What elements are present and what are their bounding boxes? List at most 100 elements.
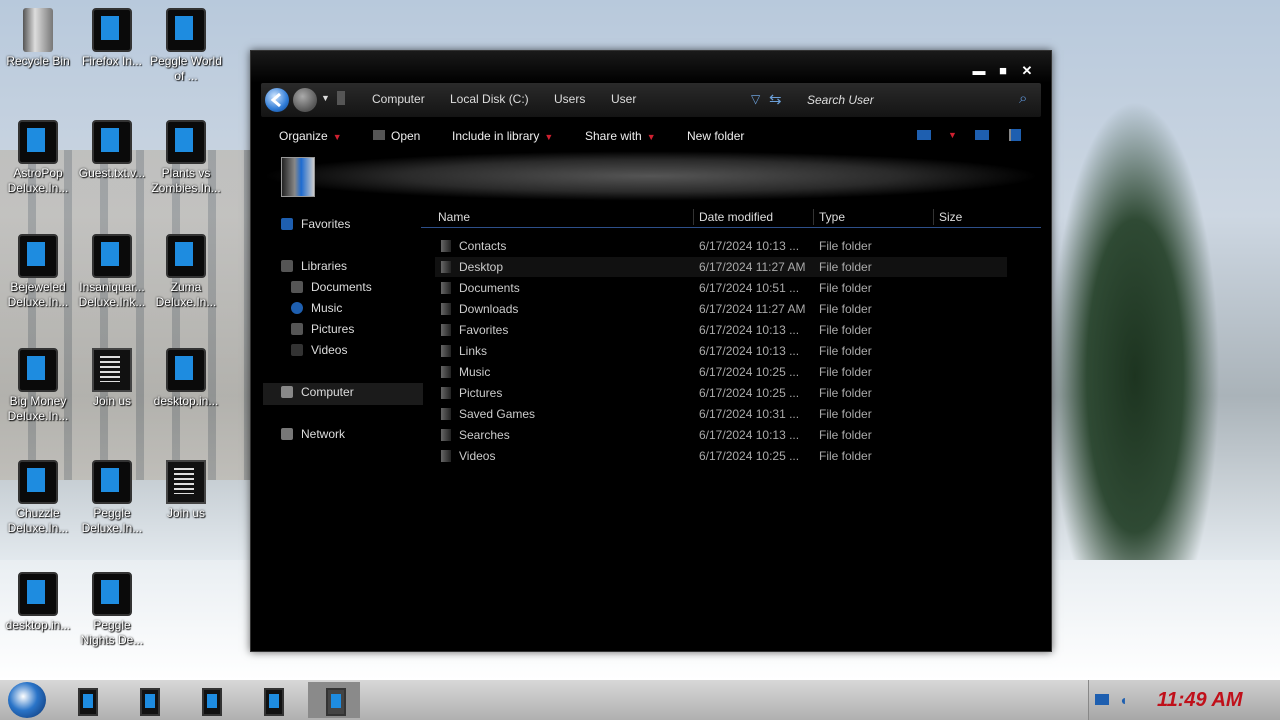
desktop-icon[interactable]: Chuzzle Deluxe.In... xyxy=(2,460,74,536)
include-in-library-button[interactable]: Include in library ▼ xyxy=(452,129,553,143)
desktop-icon[interactable]: Peggle World of ... xyxy=(150,8,222,84)
title-bar[interactable]: ▬ ■ ✕ xyxy=(251,51,1051,83)
desktop-icon[interactable]: Zuma Deluxe.In... xyxy=(150,234,222,310)
desktop-icon[interactable]: Guest.txt.v... xyxy=(76,120,148,181)
desktop-icon[interactable]: Plants vs Zombies.In... xyxy=(150,120,222,196)
nav-documents[interactable]: Documents xyxy=(291,280,372,294)
file-date: 6/17/2024 10:13 ... xyxy=(699,323,800,337)
column-divider[interactable] xyxy=(813,209,814,225)
taskbar-app-3[interactable] xyxy=(184,682,236,718)
desktop-icon[interactable]: Big Money Deluxe.In... xyxy=(2,348,74,424)
search-input[interactable]: Search User xyxy=(807,90,1039,110)
chevron-down-icon: ▼ xyxy=(544,132,554,142)
column-type[interactable]: Type xyxy=(819,210,845,224)
desktop-icon-label: AstroPop Deluxe.In... xyxy=(7,166,69,195)
column-size[interactable]: Size xyxy=(939,210,962,224)
close-button[interactable]: ✕ xyxy=(1019,63,1035,79)
preview-pane-icon[interactable] xyxy=(975,130,989,140)
desktop-icon[interactable]: Insaniquar... Deluxe.Ink... xyxy=(76,234,148,310)
nav-computer[interactable]: Computer xyxy=(263,383,423,405)
column-divider[interactable] xyxy=(933,209,934,225)
application-icon xyxy=(166,120,206,164)
file-row[interactable]: Searches 6/17/2024 10:13 ... File folder xyxy=(435,425,1007,445)
nav-music[interactable]: Music xyxy=(291,301,342,315)
refresh-icon[interactable]: ⇆ xyxy=(769,90,782,108)
folder-icon xyxy=(441,429,451,441)
nav-pictures[interactable]: Pictures xyxy=(291,322,354,336)
file-row[interactable]: Desktop 6/17/2024 11:27 AM File folder xyxy=(435,257,1007,277)
desktop-icon[interactable]: Join us xyxy=(150,460,222,521)
desktop-icon[interactable]: desktop.in... xyxy=(2,572,74,633)
network-icon xyxy=(281,428,293,440)
taskbar-app-1[interactable] xyxy=(60,682,112,718)
file-row[interactable]: Downloads 6/17/2024 11:27 AM File folder xyxy=(435,299,1007,319)
file-date: 6/17/2024 10:25 ... xyxy=(699,386,800,400)
desktop-icon[interactable]: Join us xyxy=(76,348,148,409)
desktop-icon[interactable]: Recycle Bin xyxy=(2,8,74,69)
file-date: 6/17/2024 10:25 ... xyxy=(699,449,800,463)
column-name[interactable]: Name xyxy=(438,210,470,224)
file-type: File folder xyxy=(819,386,872,400)
nav-libraries[interactable]: Libraries xyxy=(281,259,347,273)
file-date: 6/17/2024 10:31 ... xyxy=(699,407,800,421)
address-dropdown-icon[interactable]: ▽ xyxy=(751,92,760,106)
recycle-bin-icon xyxy=(23,8,53,52)
file-row[interactable]: Pictures 6/17/2024 10:25 ... File folder xyxy=(435,383,1007,403)
clock[interactable]: 11:49 AM xyxy=(1157,689,1243,712)
file-row[interactable]: Links 6/17/2024 10:13 ... File folder xyxy=(435,341,1007,361)
building xyxy=(0,150,250,480)
desktop-icon[interactable]: Peggle Deluxe.In... xyxy=(76,460,148,536)
taskbar-app-2[interactable] xyxy=(122,682,174,718)
file-type: File folder xyxy=(819,344,872,358)
taskbar-explorer-active[interactable] xyxy=(308,682,360,718)
view-chevron-icon[interactable]: ▼ xyxy=(948,130,957,140)
new-folder-button[interactable]: New folder xyxy=(687,129,744,143)
search-icon[interactable]: ⌕ xyxy=(1019,90,1027,107)
desktop-icon-label: Chuzzle Deluxe.In... xyxy=(7,506,69,535)
application-icon xyxy=(18,348,58,392)
monitor-icon[interactable] xyxy=(1095,694,1109,705)
organize-button[interactable]: Organize ▼ xyxy=(279,129,342,143)
nav-favorites-label: Favorites xyxy=(301,217,351,231)
computer-icon xyxy=(281,386,293,398)
nav-network[interactable]: Network xyxy=(281,427,345,441)
back-button[interactable] xyxy=(265,88,289,112)
nav-favorites[interactable]: Favorites xyxy=(281,217,350,231)
view-icon[interactable] xyxy=(917,130,931,140)
file-row[interactable]: Documents 6/17/2024 10:51 ... File folder xyxy=(435,278,1007,298)
desktop-icon-label: Recycle Bin xyxy=(6,54,70,68)
chevron-down-icon: ▼ xyxy=(646,132,656,142)
minimize-button[interactable]: ▬ xyxy=(971,63,987,79)
breadcrumb-computer[interactable]: Computer xyxy=(372,92,425,106)
breadcrumb-local-disk[interactable]: Local Disk (C:) xyxy=(450,92,529,106)
desktop-icon[interactable]: desktop.in... xyxy=(150,348,222,409)
file-type: File folder xyxy=(819,281,872,295)
desktop-icon-label: Insaniquar... Deluxe.Ink... xyxy=(78,280,146,309)
open-button[interactable]: Open xyxy=(373,129,420,143)
start-button[interactable] xyxy=(8,682,46,718)
column-date-modified[interactable]: Date modified xyxy=(699,210,773,224)
forward-button[interactable] xyxy=(293,88,317,112)
file-row[interactable]: Contacts 6/17/2024 10:13 ... File folder xyxy=(435,236,1007,256)
desktop-icon[interactable]: Firefox In... xyxy=(76,8,148,69)
desktop-icon[interactable]: Peggle Nights De... xyxy=(76,572,148,648)
breadcrumb-user[interactable]: User xyxy=(611,92,636,106)
file-row[interactable]: Saved Games 6/17/2024 10:31 ... File folde… xyxy=(435,404,1007,424)
breadcrumb-users[interactable]: Users xyxy=(554,92,585,106)
desktop-icon[interactable]: Bejeweled Deluxe.In... xyxy=(2,234,74,310)
file-row[interactable]: Music 6/17/2024 10:25 ... File folder xyxy=(435,362,1007,382)
nav-videos[interactable]: Videos xyxy=(291,343,347,357)
recent-pages-chevron-icon[interactable]: ▼ xyxy=(321,93,330,103)
column-divider[interactable] xyxy=(693,209,694,225)
volume-icon[interactable]: ◖ xyxy=(1119,692,1127,708)
taskbar-app-4[interactable] xyxy=(246,682,298,718)
share-with-button[interactable]: Share with ▼ xyxy=(585,129,656,143)
file-row[interactable]: Favorites 6/17/2024 10:13 ... File folder xyxy=(435,320,1007,340)
desktop-icon[interactable]: AstroPop Deluxe.In... xyxy=(2,120,74,196)
file-row[interactable]: Videos 6/17/2024 10:25 ... File folder xyxy=(435,446,1007,466)
file-date: 6/17/2024 10:25 ... xyxy=(699,365,800,379)
help-icon[interactable] xyxy=(1009,129,1021,141)
maximize-button[interactable]: ■ xyxy=(995,63,1011,79)
folder-icon xyxy=(441,240,451,252)
file-type: File folder xyxy=(819,239,872,253)
